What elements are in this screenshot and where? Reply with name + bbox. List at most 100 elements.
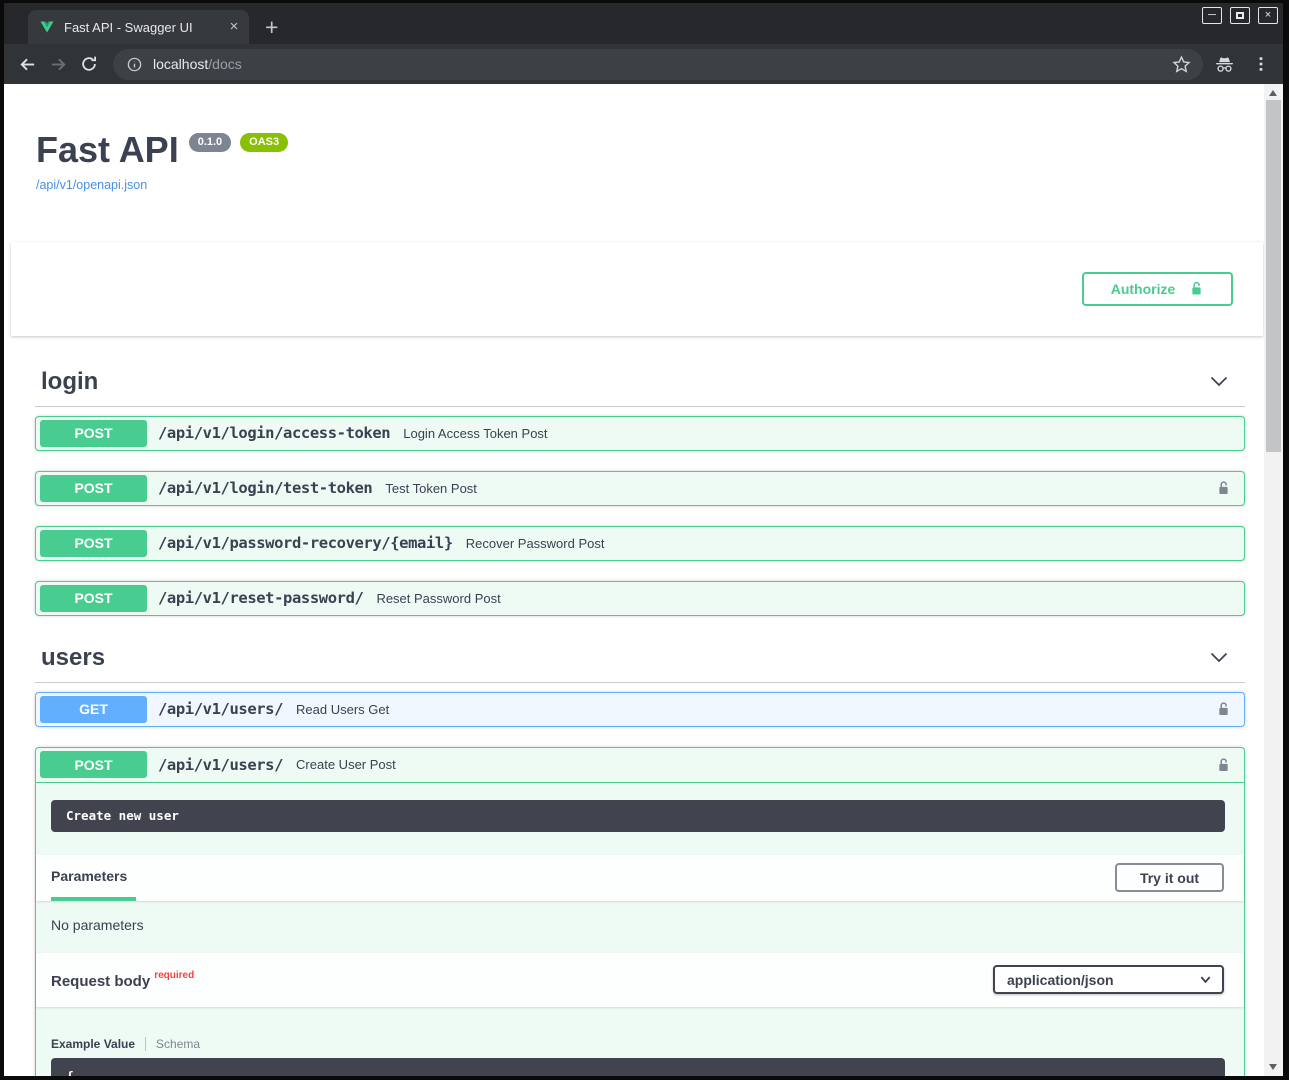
parameters-tab: Parameters bbox=[51, 855, 136, 901]
operation-description: Create new user bbox=[51, 800, 1225, 832]
op-row-login-test-token[interactable]: POST /api/v1/login/test-token Test Token… bbox=[35, 471, 1245, 506]
unlocked-padlock-icon bbox=[1189, 280, 1204, 297]
tab-schema[interactable]: Schema bbox=[156, 1037, 200, 1051]
op-path: /api/v1/password-recovery/{email} bbox=[158, 534, 453, 552]
api-badges: 0.1.0 OAS3 bbox=[189, 133, 288, 152]
browser-window: Fast API - Swagger UI × + ─ × localhost/… bbox=[4, 3, 1283, 1076]
unlocked-padlock-icon bbox=[1216, 700, 1231, 718]
tab-strip: Fast API - Swagger UI × + ─ × bbox=[4, 3, 1283, 44]
page-scrollbar[interactable] bbox=[1264, 84, 1283, 1076]
close-button[interactable]: × bbox=[1258, 7, 1278, 24]
toolbar-right bbox=[1213, 53, 1270, 76]
unlocked-padlock-icon bbox=[1216, 756, 1231, 774]
browser-toolbar: localhost/docs bbox=[4, 44, 1283, 84]
oas3-badge: OAS3 bbox=[240, 133, 288, 152]
op-summary: Create User Post bbox=[296, 757, 396, 772]
method-badge: POST bbox=[40, 475, 147, 502]
scrollbar-up-arrow-icon[interactable] bbox=[1269, 90, 1277, 96]
tag-header-users[interactable]: users bbox=[35, 636, 1245, 683]
auth-lock-button[interactable] bbox=[1216, 700, 1231, 718]
favicon-v-icon bbox=[39, 19, 55, 35]
window-controls: ─ × bbox=[1202, 7, 1278, 24]
op-path: /api/v1/login/test-token bbox=[158, 479, 372, 497]
no-parameters-text: No parameters bbox=[36, 901, 1244, 953]
op-summary: Read Users Get bbox=[296, 702, 389, 717]
tag-section-users: users GET /api/v1/users/ Read Users Get bbox=[35, 636, 1245, 1076]
tag-header-login[interactable]: login bbox=[35, 360, 1245, 407]
op-path: /api/v1/reset-password/ bbox=[158, 589, 363, 607]
op-row-login-access-token[interactable]: POST /api/v1/login/access-token Login Ac… bbox=[35, 416, 1245, 451]
op-row-password-recovery[interactable]: POST /api/v1/password-recovery/{email} R… bbox=[35, 526, 1245, 561]
new-tab-button[interactable]: + bbox=[265, 17, 278, 37]
url-host: localhost bbox=[153, 56, 208, 72]
address-bar[interactable]: localhost/docs bbox=[113, 49, 1203, 80]
forward-icon bbox=[49, 55, 68, 74]
method-badge: POST bbox=[40, 585, 147, 612]
operations-sections: login POST /api/v1/login/access-token Lo… bbox=[35, 360, 1245, 1076]
unlocked-padlock-icon bbox=[1216, 479, 1231, 497]
tag-title: users bbox=[41, 643, 105, 672]
media-type-select[interactable]: application/json bbox=[993, 965, 1224, 994]
method-badge: POST bbox=[40, 530, 147, 557]
tab-separator bbox=[145, 1037, 146, 1051]
openapi-spec-link[interactable]: /api/v1/openapi.json bbox=[36, 178, 147, 192]
maximize-icon bbox=[1236, 12, 1244, 19]
version-badge: 0.1.0 bbox=[189, 133, 231, 152]
op-summary: Recover Password Post bbox=[466, 536, 605, 551]
incognito-icon bbox=[1213, 53, 1236, 76]
request-body-label: Request bodyrequired bbox=[51, 970, 194, 990]
minimize-button[interactable]: ─ bbox=[1202, 7, 1222, 24]
op-path: /api/v1/users/ bbox=[158, 756, 283, 774]
bookmark-star-icon[interactable] bbox=[1172, 55, 1191, 74]
example-schema-tabs: Example Value Schema bbox=[51, 1037, 1244, 1051]
reload-icon bbox=[80, 55, 98, 73]
url-text: localhost/docs bbox=[153, 56, 1172, 72]
page-title: Fast API bbox=[36, 130, 179, 170]
tag-section-login: login POST /api/v1/login/access-token Lo… bbox=[35, 360, 1245, 616]
required-flag: required bbox=[154, 970, 194, 981]
media-type-value: application/json bbox=[1007, 972, 1114, 988]
select-caret-icon bbox=[1199, 973, 1212, 986]
tab-close-icon[interactable]: × bbox=[225, 18, 243, 36]
swagger-page: Fast API 0.1.0 OAS3 /api/v1/openapi.json… bbox=[4, 84, 1264, 1076]
tag-title: login bbox=[41, 367, 98, 396]
scheme-container: Authorize bbox=[11, 242, 1263, 336]
example-code-block: { bbox=[51, 1058, 1225, 1076]
scrollbar-down-arrow-icon[interactable] bbox=[1269, 1064, 1277, 1070]
op-row-reset-password[interactable]: POST /api/v1/reset-password/ Reset Passw… bbox=[35, 581, 1245, 616]
tab-example-value[interactable]: Example Value bbox=[51, 1037, 135, 1051]
op-block-create-user-expanded: POST /api/v1/users/ Create User Post Cre… bbox=[35, 747, 1245, 1076]
reload-button[interactable] bbox=[76, 51, 102, 77]
parameters-header: Parameters Try it out bbox=[36, 855, 1244, 901]
op-path: /api/v1/login/access-token bbox=[158, 424, 390, 442]
method-badge: GET bbox=[40, 696, 147, 723]
request-body-header: Request bodyrequired application/json bbox=[36, 953, 1244, 1007]
tab-title: Fast API - Swagger UI bbox=[64, 20, 225, 35]
site-info-icon[interactable] bbox=[126, 56, 143, 73]
page-viewport: Fast API 0.1.0 OAS3 /api/v1/openapi.json… bbox=[4, 84, 1283, 1076]
scrollbar-thumb[interactable] bbox=[1266, 100, 1281, 452]
url-path: /docs bbox=[208, 56, 241, 72]
op-summary: Reset Password Post bbox=[376, 591, 500, 606]
op-path: /api/v1/users/ bbox=[158, 700, 283, 718]
forward-button[interactable] bbox=[45, 51, 71, 77]
op-row-read-users[interactable]: GET /api/v1/users/ Read Users Get bbox=[35, 692, 1245, 727]
back-icon bbox=[18, 55, 37, 74]
auth-lock-button[interactable] bbox=[1216, 479, 1231, 497]
op-summary: Login Access Token Post bbox=[403, 426, 547, 441]
browser-tab[interactable]: Fast API - Swagger UI × bbox=[28, 10, 249, 44]
op-summary: Test Token Post bbox=[385, 481, 477, 496]
authorize-button[interactable]: Authorize bbox=[1082, 272, 1233, 306]
method-badge: POST bbox=[40, 420, 147, 447]
authorize-label: Authorize bbox=[1111, 281, 1176, 297]
back-button[interactable] bbox=[14, 51, 40, 77]
api-info: Fast API 0.1.0 OAS3 /api/v1/openapi.json bbox=[36, 130, 1232, 194]
chevron-down-icon[interactable] bbox=[1209, 647, 1229, 667]
maximize-button[interactable] bbox=[1230, 7, 1250, 24]
auth-lock-button[interactable] bbox=[1216, 756, 1231, 774]
try-it-out-button[interactable]: Try it out bbox=[1115, 863, 1224, 892]
chevron-down-icon[interactable] bbox=[1209, 371, 1229, 391]
op-summary-row[interactable]: POST /api/v1/users/ Create User Post bbox=[36, 748, 1244, 783]
menu-dots-icon[interactable] bbox=[1252, 55, 1270, 73]
method-badge: POST bbox=[40, 751, 147, 778]
